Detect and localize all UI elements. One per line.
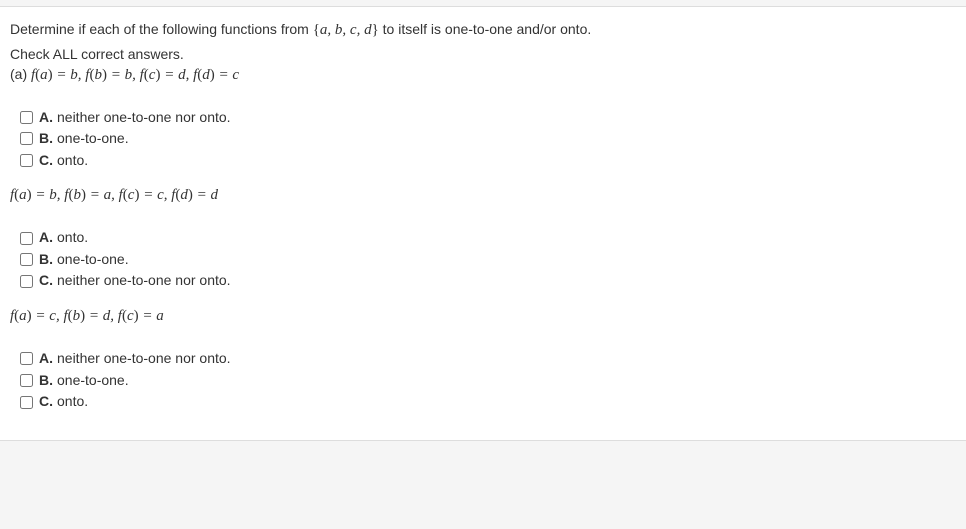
checkbox-3a[interactable]	[20, 352, 33, 365]
function-2-math: f(a) = b, f(b) = a, f(c) = c, f(d) = d	[10, 187, 218, 203]
choice-2a: A. onto.	[20, 228, 956, 248]
choice-2b-letter: B.	[39, 250, 53, 270]
choice-3a-text: neither one-to-one nor onto.	[57, 349, 231, 369]
choice-3a-letter: A.	[39, 349, 53, 369]
checkbox-1c[interactable]	[20, 154, 33, 167]
function-3-math: f(a) = c, f(b) = d, f(c) = a	[10, 308, 164, 324]
checkbox-2c[interactable]	[20, 275, 33, 288]
choice-2c: C. neither one-to-one nor onto.	[20, 271, 956, 291]
set-notation: {a, b, c, d}	[313, 22, 379, 38]
choice-1c: C. onto.	[20, 151, 956, 171]
choice-3a: A. neither one-to-one nor onto.	[20, 349, 956, 369]
checkbox-1b[interactable]	[20, 132, 33, 145]
choice-3b-text: one-to-one.	[57, 371, 129, 391]
checkbox-1a[interactable]	[20, 111, 33, 124]
choice-group-3: A. neither one-to-one nor onto. B. one-t…	[20, 349, 956, 412]
checkbox-2a[interactable]	[20, 232, 33, 245]
choice-2c-text: neither one-to-one nor onto.	[57, 271, 231, 291]
choice-2a-letter: A.	[39, 228, 53, 248]
question-intro: Determine if each of the following funct…	[10, 19, 956, 42]
choice-1b: B. one-to-one.	[20, 129, 956, 149]
function-3: f(a) = c, f(b) = d, f(c) = a	[10, 307, 956, 325]
choice-group-2: A. onto. B. one-to-one. C. neither one-t…	[20, 228, 956, 291]
choice-2c-letter: C.	[39, 271, 53, 291]
function-2: f(a) = b, f(b) = a, f(c) = c, f(d) = d	[10, 186, 956, 204]
part-a-label: (a)	[10, 66, 31, 82]
choice-3c-text: onto.	[57, 392, 88, 412]
choice-group-1: A. neither one-to-one nor onto. B. one-t…	[20, 108, 956, 171]
choice-3b-letter: B.	[39, 371, 53, 391]
choice-2b: B. one-to-one.	[20, 250, 956, 270]
choice-3c-letter: C.	[39, 392, 53, 412]
choice-1c-letter: C.	[39, 151, 53, 171]
part-a: (a) f(a) = b, f(b) = b, f(c) = d, f(d) =…	[10, 66, 956, 84]
choice-1b-text: one-to-one.	[57, 129, 129, 149]
choice-3b: B. one-to-one.	[20, 371, 956, 391]
choice-2a-text: onto.	[57, 228, 88, 248]
choice-1a-letter: A.	[39, 108, 53, 128]
question-container: Determine if each of the following funct…	[0, 6, 966, 441]
checkbox-3c[interactable]	[20, 396, 33, 409]
checkbox-2b[interactable]	[20, 253, 33, 266]
choice-3c: C. onto.	[20, 392, 956, 412]
intro-post: to itself is one-to-one and/or onto.	[379, 21, 591, 37]
intro-pre: Determine if each of the following funct…	[10, 21, 313, 37]
instruction: Check ALL correct answers.	[10, 46, 956, 62]
choice-1a-text: neither one-to-one nor onto.	[57, 108, 231, 128]
choice-1a: A. neither one-to-one nor onto.	[20, 108, 956, 128]
part-a-function: f(a) = b, f(b) = b, f(c) = d, f(d) = c	[31, 67, 239, 83]
checkbox-3b[interactable]	[20, 374, 33, 387]
choice-1c-text: onto.	[57, 151, 88, 171]
choice-2b-text: one-to-one.	[57, 250, 129, 270]
choice-1b-letter: B.	[39, 129, 53, 149]
